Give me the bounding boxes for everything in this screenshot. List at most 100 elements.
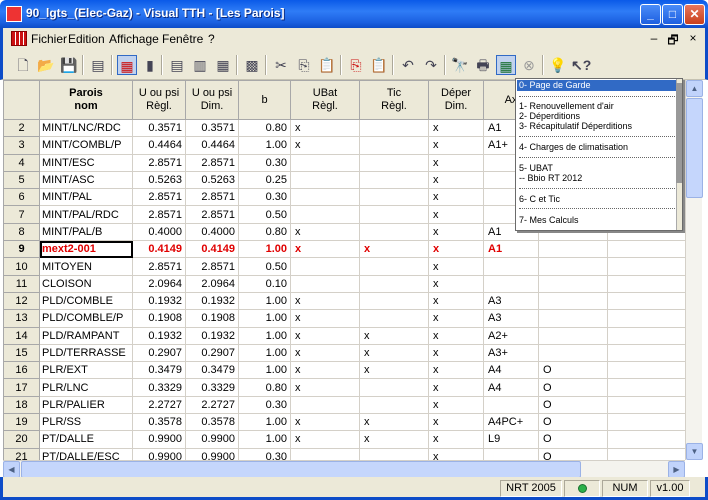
cell-nom[interactable]: PT/DALLE/ESC: [39, 447, 133, 460]
cell-u-dim[interactable]: 2.2727: [185, 395, 239, 415]
popup-item-c-et-tic[interactable]: 6- C et Tic: [517, 194, 681, 205]
cell-ubat[interactable]: [290, 274, 360, 293]
cell-ubat[interactable]: [290, 257, 360, 276]
row-number[interactable]: 15: [3, 343, 40, 363]
cell-tic[interactable]: [359, 309, 429, 328]
cell-col9[interactable]: [538, 240, 608, 259]
cell-u-regl[interactable]: 2.8571: [132, 188, 186, 207]
table-row[interactable]: 13 PLD/COMBLE/P 0.1908 0.1908 1.00 x x A3: [3, 309, 685, 328]
cell-col10[interactable]: [607, 257, 685, 276]
close-button[interactable]: ✕: [684, 4, 705, 25]
cell-u-dim[interactable]: 0.1932: [185, 326, 239, 345]
redo-icon[interactable]: ↷: [421, 55, 441, 75]
cell-u-regl[interactable]: 0.4000: [132, 222, 186, 242]
mdi-minimize-button[interactable]: –: [646, 31, 662, 46]
undo-icon[interactable]: ↶: [398, 55, 418, 75]
table-row[interactable]: 19 PLR/SS 0.3578 0.3578 1.00 x x x A4PC+ O: [3, 413, 685, 432]
cell-tic[interactable]: [359, 257, 429, 276]
cell-deper[interactable]: x: [428, 136, 484, 155]
cell-ubat[interactable]: x: [290, 361, 360, 380]
cell-u-regl[interactable]: 2.2727: [132, 395, 186, 415]
cell-tic[interactable]: [359, 378, 429, 397]
cell-ubat[interactable]: [290, 170, 360, 190]
cell-deper[interactable]: x: [428, 413, 484, 432]
cell-tic[interactable]: [359, 118, 429, 138]
cell-col9[interactable]: O: [538, 413, 608, 432]
paste-line-icon[interactable]: 📋: [369, 55, 389, 75]
cell-col9[interactable]: [538, 257, 608, 276]
cell-b[interactable]: 1.00: [238, 326, 291, 345]
header-b[interactable]: b: [238, 80, 291, 120]
cell-u-dim[interactable]: 0.3329: [185, 378, 239, 397]
cell-deper[interactable]: x: [428, 153, 484, 172]
menu-affichage[interactable]: Affichage: [109, 32, 159, 46]
cell-ax[interactable]: [483, 257, 539, 276]
cell-ax[interactable]: A4: [483, 378, 539, 397]
cell-ax[interactable]: A3: [483, 291, 539, 311]
cell-tic[interactable]: [359, 188, 429, 207]
cell-col10[interactable]: [607, 343, 685, 363]
cell-u-dim[interactable]: 2.8571: [185, 205, 239, 224]
cell-u-dim[interactable]: 0.4464: [185, 136, 239, 155]
cell-b[interactable]: 1.00: [238, 361, 291, 380]
cell-b[interactable]: 1.00: [238, 430, 291, 449]
cell-col9[interactable]: O: [538, 430, 608, 449]
row-number[interactable]: 11: [3, 274, 40, 293]
cell-col10[interactable]: [607, 361, 685, 380]
cut-icon[interactable]: ✂: [271, 55, 291, 75]
table-row[interactable]: 15 PLD/TERRASSE 0.2907 0.2907 1.00 x x x A3+: [3, 343, 685, 363]
cell-col9[interactable]: O: [538, 378, 608, 397]
cell-ubat[interactable]: [290, 205, 360, 224]
scroll-left-button[interactable]: ◀: [3, 461, 20, 478]
table-row[interactable]: 17 PLR/LNC 0.3329 0.3329 0.80 x x A4 O: [3, 378, 685, 397]
cell-nom[interactable]: PLR/SS: [39, 413, 133, 432]
row-number[interactable]: 3: [3, 136, 40, 155]
cell-ubat[interactable]: x: [290, 240, 360, 259]
cell-deper[interactable]: x: [428, 188, 484, 207]
cell-tic[interactable]: [359, 395, 429, 415]
cell-u-dim[interactable]: 0.1908: [185, 309, 239, 328]
cell-col10[interactable]: [607, 447, 685, 460]
row-number[interactable]: 7: [3, 205, 40, 224]
vertical-scrollbar[interactable]: ▲ ▼: [685, 80, 703, 460]
copy-icon[interactable]: ⎘: [294, 55, 314, 75]
cell-deper[interactable]: x: [428, 240, 484, 259]
cell-tic[interactable]: x: [359, 240, 429, 259]
header-deper[interactable]: Déper Dim.: [428, 80, 484, 120]
cell-nom[interactable]: MINT/PAL/RDC: [39, 205, 133, 224]
cell-b[interactable]: 0.25: [238, 170, 291, 190]
cell-tic[interactable]: [359, 136, 429, 155]
cell-deper[interactable]: x: [428, 326, 484, 345]
cell-u-dim[interactable]: 0.4000: [185, 222, 239, 242]
cell-b[interactable]: 1.00: [238, 309, 291, 328]
cell-tic[interactable]: [359, 291, 429, 311]
cell-col10[interactable]: [607, 413, 685, 432]
cell-nom[interactable]: PLD/TERRASSE: [39, 343, 133, 363]
cell-ax[interactable]: [483, 395, 539, 415]
cell-col9[interactable]: O: [538, 395, 608, 415]
cell-b[interactable]: 0.10: [238, 274, 291, 293]
cell-ubat[interactable]: [290, 153, 360, 172]
cell-b[interactable]: 1.00: [238, 291, 291, 311]
cell-ubat[interactable]: x: [290, 430, 360, 449]
cell-ax[interactable]: A4PC+: [483, 413, 539, 432]
cell-tic[interactable]: x: [359, 343, 429, 363]
cell-u-regl[interactable]: 0.4464: [132, 136, 186, 155]
copy-line-icon[interactable]: ⎘: [346, 55, 366, 75]
cell-b[interactable]: 0.30: [238, 447, 291, 460]
cell-b[interactable]: 1.00: [238, 136, 291, 155]
scroll-up-button[interactable]: ▲: [686, 80, 703, 97]
cell-b[interactable]: 0.80: [238, 378, 291, 397]
cell-u-regl[interactable]: 0.1932: [132, 291, 186, 311]
cell-b[interactable]: 1.00: [238, 343, 291, 363]
cell-b[interactable]: 0.50: [238, 205, 291, 224]
cell-tic[interactable]: x: [359, 430, 429, 449]
horizontal-scrollbar[interactable]: ◀ ▶: [3, 460, 685, 478]
cell-deper[interactable]: x: [428, 309, 484, 328]
cell-nom[interactable]: PLD/COMBLE/P: [39, 309, 133, 328]
cell-b[interactable]: 0.80: [238, 118, 291, 138]
cell-deper[interactable]: x: [428, 378, 484, 397]
cell-u-regl[interactable]: 0.1932: [132, 326, 186, 345]
menu-edition[interactable]: Edition: [68, 32, 105, 46]
table-row[interactable]: 21 PT/DALLE/ESC 0.9900 0.9900 0.30 x O: [3, 447, 685, 460]
